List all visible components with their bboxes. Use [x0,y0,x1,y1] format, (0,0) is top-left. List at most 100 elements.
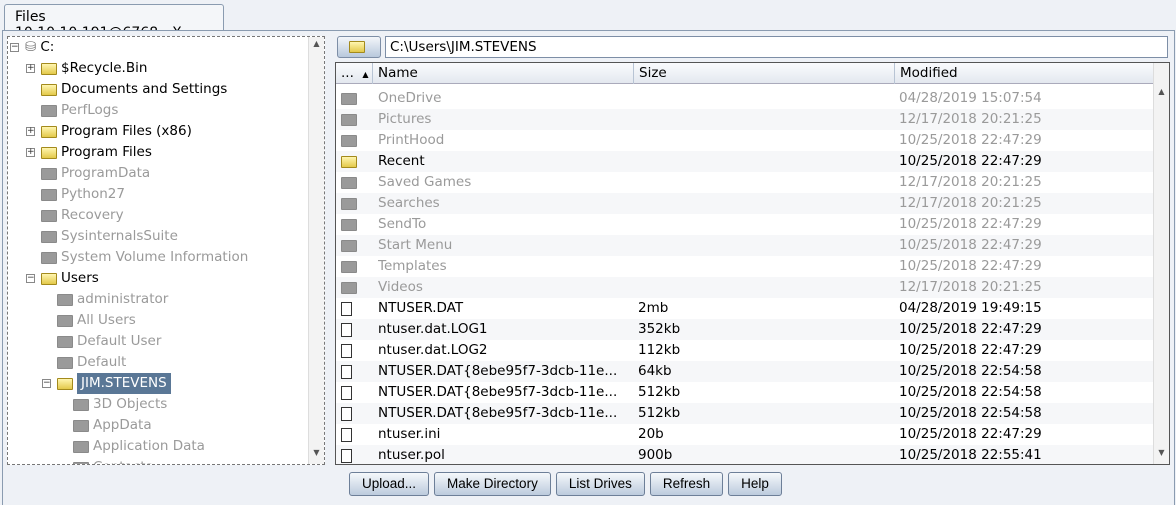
collapse-icon[interactable]: − [42,379,51,388]
folder-icon [57,356,73,369]
cell-name: ntuser.ini [378,426,441,442]
cell-size: 512kb [638,384,681,400]
tree-item-label: Default User [77,333,162,349]
table-row[interactable]: NTUSER.DAT 2mb 04/28/2019 19:49:15 [336,298,1155,319]
collapse-icon[interactable]: − [10,43,19,52]
drive-icon: ⛁ [25,39,37,55]
cell-size: 2mb [638,300,669,316]
folder-icon [41,167,57,180]
table-row[interactable]: NTUSER.DAT{8ebe95f7-3dcb-11e... 64kb 10/25… [336,361,1155,382]
tree-item-label: System Volume Information [61,249,249,265]
folder-icon [57,314,73,327]
folder-icon [73,419,89,432]
expand-icon[interactable]: + [26,127,35,136]
collapse-icon[interactable]: − [26,274,35,283]
table-scrollbar[interactable]: ▲ ▼ [1153,63,1169,464]
tree-item[interactable]: + Program Files (x86) [26,121,192,142]
cell-size: 900b [638,447,673,463]
column-label: Name [378,65,418,81]
folder-icon [341,135,357,147]
cell-name: NTUSER.DAT{8ebe95f7-3dcb-11e... [378,363,618,379]
tree-item-label: Application Data [93,438,205,454]
cell-name: Videos [378,279,423,295]
tree-item-label: Contacts [93,457,153,464]
cell-modified: 12/17/2018 20:21:25 [899,111,1042,127]
tree-item[interactable]: All Users [42,310,136,331]
tree-item[interactable]: Default [42,352,126,373]
tree-item-label: AppData [93,417,152,433]
tree-item-label: Program Files [61,144,152,160]
cell-size: 512kb [638,405,681,421]
tree-item[interactable]: AppData [58,415,152,436]
tree-item[interactable]: SysinternalsSuite [26,226,178,247]
column-label: Modified [900,65,958,81]
table-row[interactable]: Start Menu 10/25/2018 22:47:29 [336,235,1155,256]
tab-files[interactable]: Files 10.10.10.191@6768X [4,4,224,41]
tree-item[interactable]: 3D Objects [58,394,167,415]
cell-size: 352kb [638,321,681,337]
table-row[interactable]: SendTo 10/25/2018 22:47:29 [336,214,1155,235]
make-directory-button[interactable]: Make Directory [434,472,551,496]
tree-item[interactable]: PerfLogs [26,100,118,121]
tree-item[interactable]: Python27 [26,184,125,205]
table-row[interactable]: Searches 12/17/2018 20:21:25 [336,193,1155,214]
tree-item[interactable]: + Program Files [26,142,152,163]
tree-item[interactable]: Default User [42,331,161,352]
tree-item-label: C: [40,39,55,55]
tree-scrollbar[interactable]: ▲ ▼ [308,37,324,464]
cell-name: ntuser.dat.LOG2 [378,342,488,358]
tree-item[interactable]: ProgramData [26,163,150,184]
folder-icon [41,209,57,222]
file-icon [341,302,352,316]
table-row[interactable]: OneDrive 04/28/2019 15:07:54 [336,88,1155,109]
help-button[interactable]: Help [728,472,782,496]
table-row[interactable]: NTUSER.DAT{8ebe95f7-3dcb-11e... 512kb 10/2… [336,382,1155,403]
tree-item[interactable]: Documents and Settings [26,79,227,100]
column-label: Size [639,65,667,81]
tree-item[interactable]: + $Recycle.Bin [26,58,147,79]
column-header[interactable]: Size [634,63,895,84]
tree-item[interactable]: Application Data [58,436,205,457]
folder-icon [73,398,89,411]
upload-button[interactable]: Upload... [349,472,430,496]
cell-modified: 10/25/2018 22:47:29 [899,153,1042,169]
table-row[interactable]: ntuser.dat.LOG1 352kb 10/25/2018 22:47:29 [336,319,1155,340]
scroll-up-icon[interactable]: ▲ [1154,87,1169,101]
scroll-down-icon[interactable]: ▼ [1154,448,1169,462]
column-header[interactable]: ... ▲ [336,63,373,84]
table-row[interactable]: Templates 10/25/2018 22:47:29 [336,256,1155,277]
tree-item[interactable]: Recovery [26,205,124,226]
table-row[interactable]: NTUSER.DAT{8ebe95f7-3dcb-11e... 512kb 10/2… [336,403,1155,424]
scroll-up-icon[interactable]: ▲ [309,39,324,53]
tree-item[interactable]: − JIM.STEVENS [42,373,171,394]
scroll-down-icon[interactable]: ▼ [309,448,324,462]
table-row[interactable]: ntuser.ini 20b 10/25/2018 22:47:29 [336,424,1155,445]
refresh-button[interactable]: Refresh [649,472,724,496]
table-row[interactable]: Pictures 12/17/2018 20:21:25 [336,109,1155,130]
cell-modified: 10/25/2018 22:54:58 [899,405,1042,421]
tree-item[interactable]: Contacts [58,457,153,464]
table-row[interactable]: Recent 10/25/2018 22:47:29 [336,151,1155,172]
cell-name: NTUSER.DAT [378,300,464,316]
table-row[interactable]: ntuser.dat.LOG2 112kb 10/25/2018 22:47:29 [336,340,1155,361]
tree-item[interactable]: − Users [26,268,99,289]
expand-icon[interactable]: + [26,64,35,73]
table-row[interactable]: PrintHood 10/25/2018 22:47:29 [336,130,1155,151]
table-row[interactable]: ntuser.pol 900b 10/25/2018 22:55:41 [336,445,1155,464]
cell-name: Start Menu [378,237,453,253]
list-drives-button[interactable]: List Drives [555,472,645,496]
tree-item-label: $Recycle.Bin [61,60,148,76]
path-input[interactable]: C:\Users\JIM.STEVENS [385,36,1168,58]
table-row[interactable]: Videos 12/17/2018 20:21:25 [336,277,1155,298]
cell-name: SendTo [378,216,427,232]
directory-tree[interactable]: ▲ ▼ − ⛁ C: + $Recycle.Bin Documents and Settin… [7,36,325,465]
tree-item[interactable]: − ⛁ C: [10,37,54,58]
folder-icon [341,114,357,126]
expand-icon[interactable]: + [26,148,35,157]
tree-item[interactable]: administrator [42,289,168,310]
column-header[interactable]: Name [373,63,634,84]
table-row[interactable]: Saved Games 12/17/2018 20:21:25 [336,172,1155,193]
parent-folder-button[interactable] [337,36,381,58]
column-header[interactable]: Modified [895,63,1155,84]
tree-item[interactable]: System Volume Information [26,247,248,268]
